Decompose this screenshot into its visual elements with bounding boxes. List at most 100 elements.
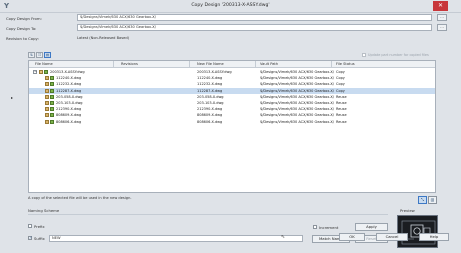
cell-file-status: Copy: [336, 76, 345, 81]
suffix-checkbox[interactable]: [28, 236, 32, 240]
table-row[interactable]: 808606-X.dwg 808606-X.dwg $/Designs/Vimek/…: [29, 119, 435, 125]
prefix-label: Prefix: [34, 224, 45, 229]
file-grid[interactable]: File Name Revisions New File Name Vault …: [28, 60, 436, 193]
cell-vault-path: $/Designs/Vimek/630 ACX/630 Gearbox-X/: [260, 88, 334, 93]
info-note: A copy of the selected file will be used…: [28, 196, 132, 200]
preview-label: Preview: [400, 208, 415, 213]
status-icon: [50, 119, 54, 124]
revision-label: Revision to Copy:: [6, 36, 39, 41]
divider: [28, 214, 388, 215]
columns-button[interactable]: ☷: [36, 52, 43, 58]
drawing-file-icon: [45, 94, 49, 99]
cell-file-status: Reuse: [336, 119, 347, 124]
copy-from-label: Copy Design From:: [6, 16, 42, 21]
prefix-checkbox[interactable]: [28, 224, 32, 228]
cell-file-name: 200313-X-ASSY.dwg: [50, 70, 85, 74]
status-icon: [50, 94, 54, 99]
cell-new-file-name: 112232-X.dwg: [197, 82, 223, 87]
increment-checkbox[interactable]: [313, 225, 317, 229]
cell-new-file-name: 808606-X.dwg: [197, 119, 223, 124]
title-bar: Y Copy Design '200313-X-ASSY.dwg' ✕: [0, 0, 461, 13]
cell-vault-path: $/Designs/Vimek/630 ACX/630 Gearbox-X/: [260, 94, 334, 99]
column-separator: [255, 61, 256, 68]
cell-file-status: Reuse: [336, 113, 347, 118]
naming-scheme-label: Naming Scheme: [28, 208, 60, 213]
ok-button[interactable]: OK: [339, 233, 365, 241]
cell-file-status: Copy: [336, 82, 345, 87]
cell-file-name: 112240-X.dwg: [56, 76, 82, 81]
drawing-file-icon: [45, 76, 49, 81]
cell-file-name: 112287-X.dwg: [56, 88, 82, 93]
column-revisions[interactable]: Revisions: [121, 62, 138, 66]
cell-new-file-name: 203-103-X.dwg: [197, 101, 224, 105]
status-icon: [50, 101, 54, 105]
update-part-number-checkbox[interactable]: [362, 53, 366, 57]
cell-file-name: 808609-X.dwg: [56, 113, 82, 118]
copy-from-field[interactable]: $/Designs/Vimek/630 ACX/630 Gearbox-X/: [77, 14, 432, 21]
cell-vault-path: $/Designs/Vimek/630 ACX/630 Gearbox-X/: [260, 107, 334, 112]
drawing-file-icon: [45, 88, 49, 93]
column-new-file-name[interactable]: New File Name: [197, 62, 224, 66]
window-title: Copy Design '200313-X-ASSY.dwg': [191, 3, 270, 8]
cell-file-status: Reuse: [336, 107, 347, 112]
cell-new-file-name: 112240-X.dwg: [197, 76, 223, 81]
status-icon: [50, 107, 54, 112]
cell-file-status: Reuse: [336, 94, 347, 99]
drawing-file-icon: [39, 70, 43, 74]
suffix-input[interactable]: NEW: [49, 235, 303, 242]
drawing-file-icon: [45, 113, 49, 118]
drawing-file-icon: [45, 119, 49, 124]
cell-file-status: Copy: [336, 88, 345, 93]
copy-to-browse-button[interactable]: ...: [437, 24, 447, 31]
cell-new-file-name: 212390-X.dwg: [197, 107, 223, 112]
copy-to-field[interactable]: $/Designs/Vimek/630 ACX/630 Gearbox-X/: [77, 24, 432, 31]
cell-vault-path: $/Designs/Vimek/630 ACX/630 Gearbox-X/: [260, 119, 334, 124]
close-button[interactable]: ✕: [433, 1, 448, 11]
tree-view-icon[interactable]: ▥: [428, 196, 437, 204]
revision-value: Latest (Non-Released Based): [77, 36, 130, 40]
update-part-number-label: Update part number for copied files: [368, 53, 429, 57]
help-button[interactable]: Help: [419, 233, 449, 241]
cell-vault-path: $/Designs/Vimek/630 ACX/630 Gearbox-X/: [260, 76, 334, 81]
column-vault-path[interactable]: Vault Path: [260, 62, 278, 66]
cancel-button[interactable]: Cancel: [376, 233, 408, 241]
grid-view-button[interactable]: ▤: [44, 52, 51, 58]
table-view-icon[interactable]: ⤡: [418, 196, 427, 204]
cell-vault-path: $/Designs/Vimek/630 ACX/630 Gearbox-X/: [260, 101, 334, 105]
copy-from-browse-button[interactable]: ...: [437, 14, 447, 21]
preview-thumbnail: [397, 215, 438, 248]
increment-label: Increment: [319, 225, 339, 230]
cell-new-file-name: 203-058-X.dwg: [197, 94, 224, 99]
status-icon: [50, 113, 54, 118]
column-file-status[interactable]: File Status: [336, 62, 355, 66]
collapse-toggle-icon[interactable]: −: [33, 70, 37, 74]
column-file-name[interactable]: File Name: [35, 62, 53, 66]
grid-header: File Name Revisions New File Name Vault …: [29, 61, 435, 68]
status-icon: [50, 82, 54, 87]
cell-new-file-name: 808609-X.dwg: [197, 113, 223, 118]
current-row-indicator: ▸: [11, 95, 14, 100]
pointer-cursor-icon: ⇖: [281, 234, 286, 240]
column-separator: [113, 61, 114, 68]
suffix-label: Suffix: [34, 236, 45, 241]
cell-file-name: 212390-X.dwg: [56, 107, 82, 112]
cell-new-file-name: 200313-X-ASSY.dwg: [197, 70, 232, 74]
drawing-file-icon: [45, 101, 49, 105]
apply-button[interactable]: Apply: [355, 223, 388, 231]
cell-file-name: 203-058-X.dwg: [56, 94, 83, 99]
drawing-preview-image: [401, 220, 436, 245]
status-icon: [50, 76, 54, 81]
cell-vault-path: $/Designs/Vimek/630 ACX/630 Gearbox-X/: [260, 113, 334, 118]
expand-collapse-button[interactable]: ⇅: [28, 52, 35, 58]
status-icon: [50, 88, 54, 93]
status-icon: [44, 70, 48, 74]
cell-vault-path: $/Designs/Vimek/630 ACX/630 Gearbox-X/: [260, 82, 334, 87]
drawing-file-icon: [45, 107, 49, 112]
column-separator: [189, 61, 190, 68]
column-separator: [331, 61, 332, 68]
cell-file-status: Copy: [336, 70, 345, 74]
cell-file-name: 203-103-X.dwg: [56, 101, 83, 105]
cell-vault-path: $/Designs/Vimek/630 ACX/630 Gearbox-X/: [260, 70, 334, 74]
cell-file-name: 808606-X.dwg: [56, 119, 82, 124]
cell-new-file-name: 112287-X.dwg: [197, 88, 223, 93]
